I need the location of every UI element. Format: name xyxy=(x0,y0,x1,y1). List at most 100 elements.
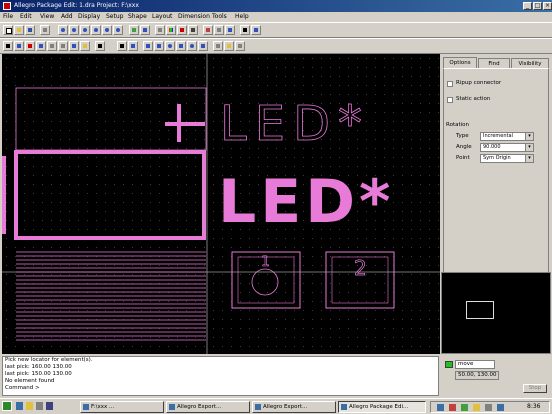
taskbar-item-active[interactable]: Allegro Package Edi... xyxy=(338,401,426,413)
move-icon[interactable] xyxy=(3,41,13,51)
pad-1-number: 1 xyxy=(261,254,270,270)
tray-app-icon[interactable] xyxy=(473,404,480,411)
zoom-fit-icon[interactable] xyxy=(69,25,79,35)
add-circle-icon[interactable] xyxy=(165,41,175,51)
app-icon xyxy=(3,2,11,10)
add-arc-icon[interactable] xyxy=(128,41,138,51)
quicklaunch-folder-icon[interactable] xyxy=(26,402,33,410)
dimension-icon[interactable] xyxy=(214,25,224,35)
layers-icon[interactable] xyxy=(177,25,187,35)
toolbar-bottom xyxy=(0,38,552,54)
menu-shape[interactable]: Shape xyxy=(128,13,147,20)
command-console[interactable]: Pick new locator for element(s). last pi… xyxy=(2,356,439,396)
command-prompt[interactable]: Command > xyxy=(3,385,438,392)
chevron-down-icon: ▾ xyxy=(525,144,533,151)
menu-file[interactable]: File xyxy=(3,13,13,20)
quicklaunch-ie-icon[interactable] xyxy=(16,402,23,410)
menu-setup[interactable]: Setup xyxy=(106,13,123,20)
add-pin-icon[interactable] xyxy=(143,41,153,51)
menu-view[interactable]: View xyxy=(40,13,54,20)
add-line-icon[interactable] xyxy=(117,41,127,51)
add-shape-icon[interactable] xyxy=(176,41,186,51)
text-edit-icon[interactable] xyxy=(95,41,105,51)
point-select[interactable]: Sym Origin ▾ xyxy=(480,154,534,163)
mirror-icon[interactable] xyxy=(36,41,46,51)
maximize-button[interactable]: □ xyxy=(533,2,542,10)
static-action-label: Static action xyxy=(456,96,491,102)
pin1-marker xyxy=(2,156,6,234)
color-icon[interactable] xyxy=(166,25,176,35)
menu-edit[interactable]: Edit xyxy=(20,13,32,20)
status-coordinates: 50.00, 130.00 xyxy=(455,371,499,380)
menu-tools[interactable]: Tools xyxy=(212,13,227,20)
type-select[interactable]: Incremental ▾ xyxy=(480,132,534,141)
redraw-icon[interactable] xyxy=(113,25,123,35)
drc-icon[interactable] xyxy=(203,25,213,35)
new-icon[interactable] xyxy=(3,25,13,35)
zoom-previous-icon[interactable] xyxy=(102,25,112,35)
taskbar-item-label: F:\xxx ... xyxy=(91,404,115,410)
menu-help[interactable]: Help xyxy=(235,13,249,20)
stop-button[interactable]: Stop xyxy=(523,384,547,393)
design-canvas[interactable]: LED* LED* 1 2 xyxy=(2,54,440,354)
taskbar-item[interactable]: Allegro Export... xyxy=(252,401,336,413)
taskbar-item[interactable]: F:\xxx ... xyxy=(80,401,164,413)
add-rect-icon[interactable] xyxy=(154,41,164,51)
rotate-icon[interactable] xyxy=(47,41,57,51)
tray-app-icon[interactable] xyxy=(449,404,456,411)
zoom-points-icon[interactable] xyxy=(58,25,68,35)
menu-display[interactable]: Display xyxy=(78,13,100,20)
menu-bar: File Edit View Add Display Setup Shape L… xyxy=(0,12,552,22)
zoom-in-icon[interactable] xyxy=(80,25,90,35)
report-icon[interactable] xyxy=(225,25,235,35)
dehighlight-icon[interactable] xyxy=(235,41,245,51)
console-line: last pick: 160.00 130.00 xyxy=(5,364,72,370)
add-text-icon[interactable] xyxy=(198,41,208,51)
angle-label: Angle xyxy=(456,144,472,150)
tray-network-icon[interactable] xyxy=(437,404,444,411)
close-button[interactable]: × xyxy=(543,2,552,10)
static-action-checkbox[interactable] xyxy=(447,97,453,103)
menu-layout[interactable]: Layout xyxy=(152,13,172,20)
spin-icon[interactable] xyxy=(58,41,68,51)
snap-icon[interactable] xyxy=(213,41,223,51)
canvas-drawing: LED* LED* 1 2 xyxy=(2,54,440,354)
tray-ime-icon[interactable] xyxy=(497,404,504,411)
type-select-value: Incremental xyxy=(483,133,513,139)
zoom-out-icon[interactable] xyxy=(91,25,101,35)
property-icon[interactable] xyxy=(80,41,90,51)
show-element-icon[interactable] xyxy=(140,25,150,35)
allegro-icon xyxy=(341,404,347,410)
folder-icon xyxy=(83,404,89,410)
chevron-down-icon: ▾ xyxy=(525,155,533,162)
tray-volume-icon[interactable] xyxy=(485,404,492,411)
add-via-icon[interactable] xyxy=(187,41,197,51)
point-select-value: Sym Origin xyxy=(483,155,511,161)
allegro-icon xyxy=(255,404,261,410)
help-icon[interactable] xyxy=(251,25,261,35)
quicklaunch-media-icon[interactable] xyxy=(46,402,53,410)
open-icon[interactable] xyxy=(14,25,24,35)
save-icon[interactable] xyxy=(25,25,35,35)
ripup-connector-checkbox[interactable] xyxy=(447,81,453,87)
start-icon[interactable] xyxy=(2,401,12,411)
3d-view-icon[interactable] xyxy=(129,25,139,35)
taskbar-item[interactable]: Allegro Export... xyxy=(166,401,250,413)
menu-dimension[interactable]: Dimension xyxy=(178,13,210,20)
angle-select[interactable]: 90.000 ▾ xyxy=(480,143,534,152)
ratsnest-icon[interactable] xyxy=(188,25,198,35)
measure-icon[interactable] xyxy=(240,25,250,35)
minimap-viewport[interactable] xyxy=(466,301,494,319)
undo-icon[interactable] xyxy=(40,25,50,35)
change-icon[interactable] xyxy=(69,41,79,51)
highlight-icon[interactable] xyxy=(224,41,234,51)
world-view-minimap[interactable] xyxy=(441,272,551,354)
copy-icon[interactable] xyxy=(14,41,24,51)
ripup-connector-label: Ripup connector xyxy=(456,80,502,86)
grid-icon[interactable] xyxy=(155,25,165,35)
menu-add[interactable]: Add xyxy=(61,13,73,20)
quicklaunch-desktop-icon[interactable] xyxy=(36,402,43,410)
tray-app-icon[interactable] xyxy=(461,404,468,411)
delete-icon[interactable] xyxy=(25,41,35,51)
minimize-button[interactable]: _ xyxy=(523,2,532,10)
